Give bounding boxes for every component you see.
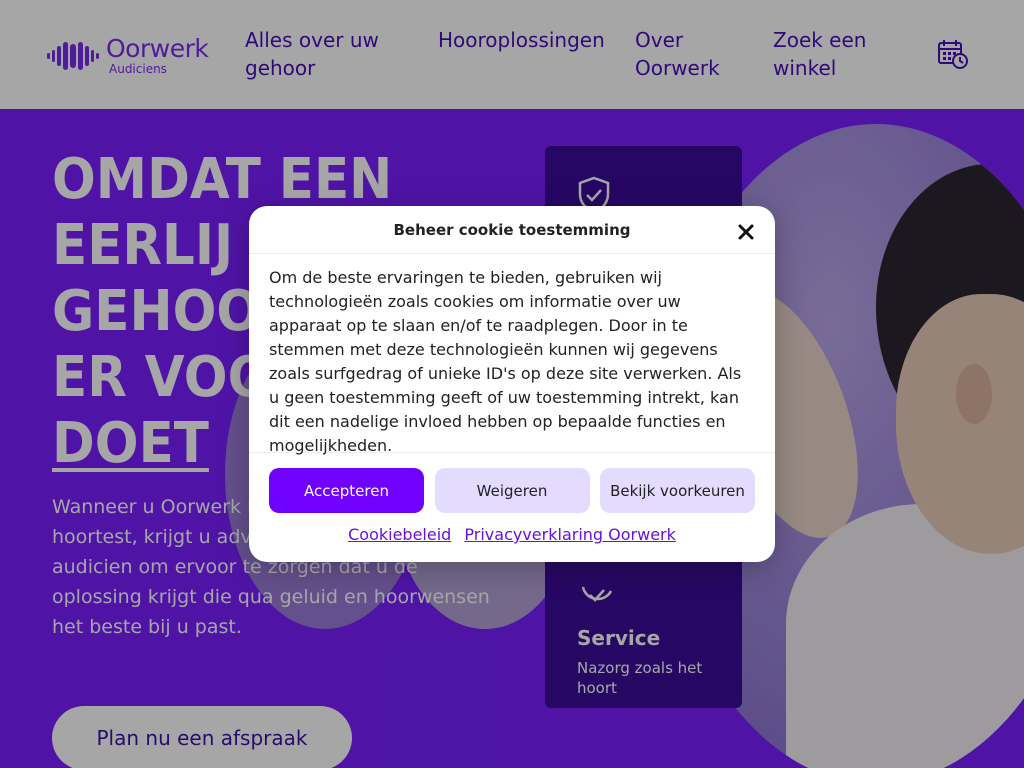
dialog-header: Beheer cookie toestemming xyxy=(249,206,775,254)
view-preferences-button[interactable]: Bekijk voorkeuren xyxy=(600,468,755,513)
deny-button[interactable]: Weigeren xyxy=(434,468,590,513)
dialog-title: Beheer cookie toestemming xyxy=(393,220,631,239)
cookie-policy-link[interactable]: Cookiebeleid xyxy=(348,525,451,544)
dialog-links: Cookiebeleid Privacyverklaring Oorwerk xyxy=(249,525,775,544)
close-icon[interactable] xyxy=(737,223,755,241)
dialog-body-text: Om de beste ervaringen te bieden, gebrui… xyxy=(249,254,775,455)
accept-button[interactable]: Accepteren xyxy=(269,468,424,513)
dialog-actions: Accepteren Weigeren Bekijk voorkeuren xyxy=(269,468,755,513)
cookie-consent-dialog: Beheer cookie toestemming Om de beste er… xyxy=(249,206,775,562)
privacy-statement-link[interactable]: Privacyverklaring Oorwerk xyxy=(464,525,675,544)
